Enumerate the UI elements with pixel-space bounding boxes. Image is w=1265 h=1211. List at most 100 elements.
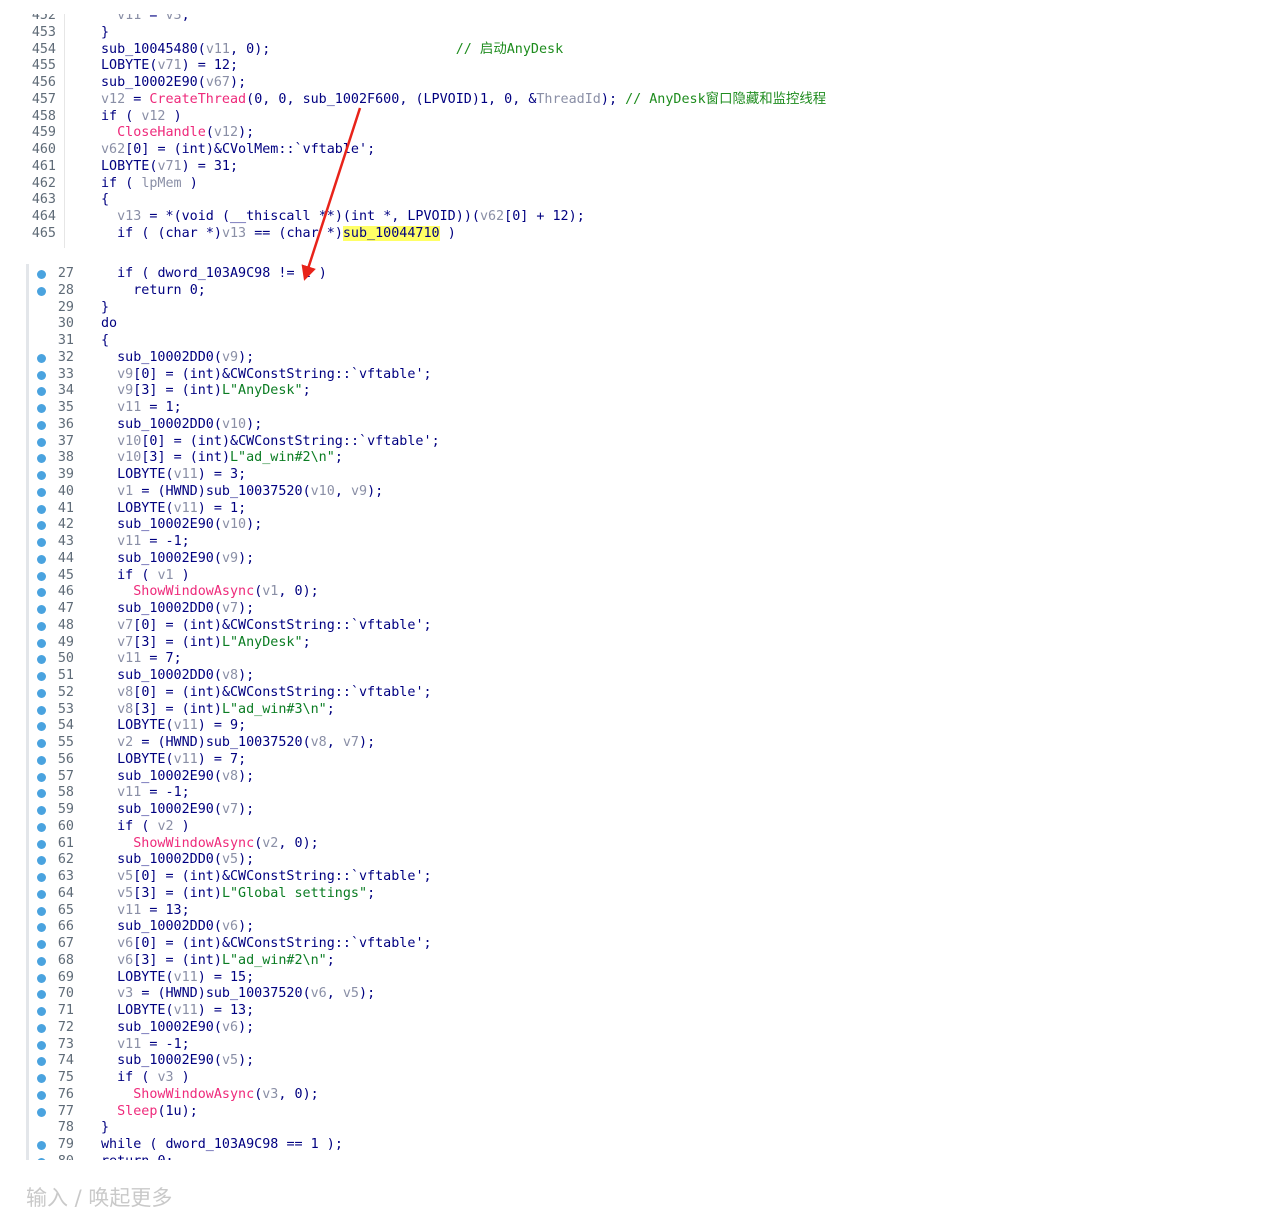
breakpoint-dot-icon[interactable]: [37, 806, 46, 815]
code-text: sub_10002E90(v7);: [117, 802, 255, 817]
breakpoint-dot-icon[interactable]: [37, 906, 46, 916]
breakpoint-dot-icon[interactable]: [37, 856, 46, 866]
line-number: 47: [57, 601, 74, 616]
breakpoint-dot-icon[interactable]: [37, 1090, 46, 1100]
breakpoint-dot-icon[interactable]: [37, 554, 46, 564]
breakpoint-dot-icon[interactable]: [37, 571, 46, 581]
breakpoint-dot-icon[interactable]: [37, 420, 46, 430]
code-text: {: [101, 192, 110, 208]
line-number: 48: [57, 617, 74, 633]
line-number: 79: [57, 1137, 74, 1152]
line-number: 464: [31, 209, 56, 224]
breakpoint-dot-icon[interactable]: [37, 956, 46, 966]
line-number: 62: [57, 852, 74, 868]
line-number: 65: [57, 902, 74, 918]
code-text: sub_10002DD0(v7);: [117, 601, 255, 616]
line-number: 51: [57, 668, 74, 683]
breakpoint-dot-icon[interactable]: [37, 873, 46, 882]
breakpoint-dot-icon[interactable]: [37, 722, 46, 732]
breakpoint-dot-icon[interactable]: [37, 621, 46, 631]
breakpoint-dot-icon[interactable]: [37, 755, 46, 765]
code-text: v5[0] = (int)&CWConstString::`vftable';: [117, 869, 432, 884]
breakpoint-dot-icon[interactable]: [37, 822, 46, 832]
gutter-divider: [64, 14, 65, 248]
code-text: ShowWindowAsync(v1, 0);: [133, 584, 319, 600]
breakpoint-dot-icon[interactable]: [37, 270, 46, 279]
breakpoint-dot-icon[interactable]: [37, 772, 46, 782]
line-number: 71: [57, 1003, 74, 1018]
breakpoint-dot-icon[interactable]: [37, 839, 46, 849]
line-number: 38: [57, 450, 74, 466]
code-text: sub_10002E90(v6);: [117, 1019, 255, 1035]
code-text: LOBYTE(v11) = 13;: [117, 1003, 255, 1018]
code-text: CloseHandle(v12);: [117, 125, 255, 141]
line-number: 46: [57, 584, 74, 600]
breakpoint-dot-icon[interactable]: [37, 404, 46, 413]
line-number: 452: [31, 14, 56, 23]
breakpoint-dot-icon[interactable]: [37, 705, 46, 715]
breakpoint-dot-icon[interactable]: [37, 286, 46, 296]
line-number: 455: [31, 58, 56, 74]
line-number: 60: [57, 818, 74, 834]
line-number: 30: [57, 316, 74, 332]
breakpoint-dot-icon[interactable]: [37, 739, 46, 748]
line-number: 64: [57, 885, 74, 901]
breakpoint-dot-icon[interactable]: [37, 655, 46, 665]
code-text: Sleep(1u);: [117, 1103, 198, 1119]
breakpoint-dot-icon[interactable]: [37, 1040, 46, 1050]
breakpoint-dot-icon[interactable]: [37, 1157, 46, 1160]
code-text: ShowWindowAsync(v3, 0);: [133, 1086, 319, 1102]
code-text: v11 = 13;: [117, 902, 190, 918]
breakpoint-dot-icon[interactable]: [37, 1057, 46, 1067]
breakpoint-dot-icon[interactable]: [37, 1074, 46, 1083]
breakpoint-dot-icon[interactable]: [37, 471, 46, 480]
breakpoint-dot-icon[interactable]: [37, 1023, 46, 1033]
breakpoint-dot-icon[interactable]: [37, 504, 46, 514]
line-number: 80: [46, 1153, 74, 1160]
breakpoint-dot-icon[interactable]: [37, 588, 46, 598]
breakpoint-dot-icon[interactable]: [37, 370, 46, 380]
code-text: ShowWindowAsync(v2, 0);: [133, 835, 319, 851]
code-text: v5[3] = (int)L"Global settings";: [117, 885, 376, 901]
line-number: 66: [57, 919, 74, 935]
breakpoint-dot-icon[interactable]: [37, 353, 46, 363]
code-text: }: [101, 1120, 110, 1136]
breakpoint-dot-icon[interactable]: [37, 521, 46, 531]
code-text: sub_10002DD0(v6);: [117, 919, 255, 935]
breakpoint-dot-icon[interactable]: [37, 387, 46, 397]
code-text: v62[0] = (int)&CVolMem::`vftable';: [101, 142, 376, 157]
breakpoint-dot-icon[interactable]: [37, 940, 46, 949]
code-text: }: [101, 24, 110, 40]
breakpoint-dot-icon[interactable]: [37, 605, 46, 614]
code-text: v11 = v3;: [117, 14, 190, 23]
breakpoint-dot-icon[interactable]: [37, 487, 46, 497]
breakpoint-dot-icon[interactable]: [37, 990, 46, 1000]
line-number: 45: [57, 567, 74, 583]
chat-input[interactable]: [24, 1185, 628, 1211]
line-number: 78: [57, 1120, 74, 1136]
breakpoint-dot-icon[interactable]: [37, 1107, 46, 1117]
line-number: 74: [57, 1053, 74, 1069]
code-text: sub_10002DD0(v5);: [117, 852, 255, 868]
breakpoint-dot-icon[interactable]: [37, 973, 46, 983]
line-number: 73: [57, 1036, 74, 1052]
code-text: v6[0] = (int)&CWConstString::`vftable';: [117, 936, 432, 951]
code-text: if ( v3 ): [117, 1070, 190, 1085]
breakpoint-dot-icon[interactable]: [37, 454, 46, 464]
breakpoint-dot-icon[interactable]: [37, 638, 46, 648]
breakpoint-dot-icon[interactable]: [37, 923, 46, 933]
breakpoint-dot-icon[interactable]: [37, 688, 46, 698]
breakpoint-dot-icon[interactable]: [37, 672, 46, 681]
line-number: 27: [57, 266, 74, 281]
breakpoint-dot-icon[interactable]: [37, 889, 46, 899]
code-text: v3 = (HWND)sub_10037520(v6, v5);: [117, 986, 376, 1002]
breakpoint-dot-icon[interactable]: [37, 789, 46, 799]
code-text: sub_10002DD0(v8);: [117, 668, 255, 683]
line-number: 77: [57, 1103, 74, 1119]
code-text: sub_10045480(v11, 0); // 启动AnyDesk: [101, 41, 564, 57]
code-text: if ( dword_103A9C98 != 1 ): [117, 266, 327, 281]
breakpoint-dot-icon[interactable]: [37, 1141, 46, 1150]
breakpoint-dot-icon[interactable]: [37, 437, 46, 447]
breakpoint-dot-icon[interactable]: [37, 1007, 46, 1016]
breakpoint-dot-icon[interactable]: [37, 538, 46, 547]
